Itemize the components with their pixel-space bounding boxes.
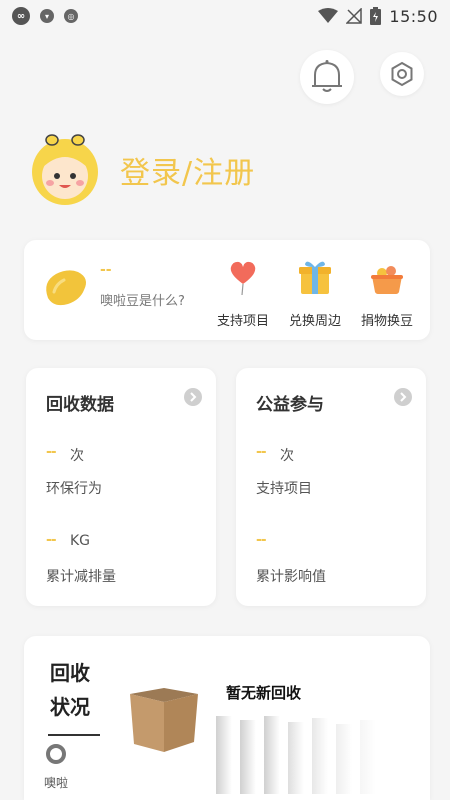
basket-icon	[371, 266, 403, 294]
status-left-icons: ∞ ▾ ◎	[12, 7, 78, 25]
eco-actions-caption: 环保行为	[46, 481, 102, 497]
donate-for-beans-label: 捐物换豆	[360, 314, 413, 329]
redeem-merch-button[interactable]: 兑换周边	[282, 258, 348, 329]
login-register-link[interactable]: 登录/注册	[120, 148, 255, 192]
chevron-right-icon[interactable]	[394, 388, 412, 406]
bean-help-link[interactable]: 噢啦豆是什么?	[100, 290, 185, 309]
emission-reduction-caption: 累计减排量	[46, 569, 116, 585]
notification-button[interactable]	[300, 50, 354, 104]
battery-icon	[370, 7, 382, 25]
supported-projects-caption: 支持项目	[256, 481, 312, 497]
recycle-data-card[interactable]: 回收数据 -- 次 环保行为 -- KG 累计减排量	[26, 368, 216, 606]
impact-value: --	[256, 532, 267, 548]
bell-icon	[312, 60, 342, 92]
eco-actions-unit: 次	[70, 448, 84, 464]
tab-home-label: 噢啦	[43, 776, 68, 790]
charity-card[interactable]: 公益参与 -- 次 支持项目 -- 累计影响值	[236, 368, 426, 606]
charity-title: 公益参与	[256, 395, 324, 415]
chevron-right-icon[interactable]	[184, 388, 202, 406]
gear-icon	[391, 61, 413, 87]
balloon-heart-icon	[230, 261, 256, 296]
home-ring-icon	[46, 744, 66, 764]
redeem-merch-label: 兑换周边	[288, 314, 341, 329]
status-right-icons: 15:50	[318, 7, 438, 26]
recycle-status-card: 回收状况 暂无新回收	[24, 636, 430, 800]
chrome-icon: ◎	[64, 9, 78, 23]
placeholder-illustration	[216, 716, 376, 794]
title-underline	[48, 734, 100, 736]
bean-card: -- 噢啦豆是什么? 支持项目 兑换周边 捐物换豆	[24, 240, 430, 340]
support-project-button[interactable]: 支持项目	[210, 258, 276, 329]
empty-box-icon	[130, 688, 198, 752]
eco-actions-value: --	[46, 444, 57, 460]
no-signal-icon	[346, 8, 363, 24]
link-icon: ∞	[12, 7, 30, 25]
bean-value: --	[100, 262, 112, 278]
settings-button[interactable]	[380, 52, 424, 96]
bean-icon	[46, 270, 86, 306]
donate-for-beans-button[interactable]: 捐物换豆	[354, 258, 420, 329]
supported-projects-unit: 次	[280, 448, 294, 464]
wifi-icon	[318, 8, 339, 23]
emission-reduction-unit: KG	[70, 533, 91, 549]
support-project-label: 支持项目	[216, 314, 269, 329]
status-time: 15:50	[389, 6, 438, 26]
gift-box-icon	[299, 261, 331, 294]
tab-home[interactable]: 噢啦	[36, 742, 76, 798]
status-bar: ∞ ▾ ◎ 15:50	[0, 0, 450, 32]
emission-reduction-value: --	[46, 532, 57, 548]
avatar[interactable]	[28, 132, 102, 206]
recycle-status-title: 回收状况	[50, 661, 90, 719]
supported-projects-value: --	[256, 444, 267, 460]
shield-icon: ▾	[40, 9, 54, 23]
impact-caption: 累计影响值	[256, 569, 326, 585]
recycle-data-title: 回收数据	[46, 395, 114, 415]
empty-recycle-text: 暂无新回收	[226, 684, 302, 702]
